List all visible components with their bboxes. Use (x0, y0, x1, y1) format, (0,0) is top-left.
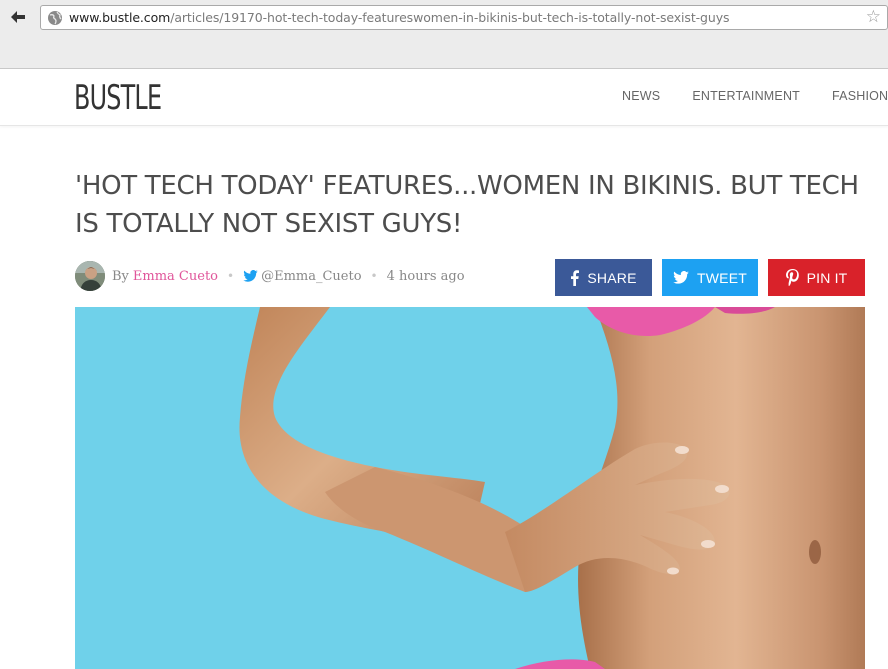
pinterest-icon (785, 269, 799, 286)
twitter-handle-text: @Emma_Cueto (261, 268, 362, 284)
url-text: www.bustle.com/articles/19170-hot-tech-t… (69, 10, 730, 25)
globe-icon (48, 10, 62, 25)
url-domain: www.bustle.com (69, 10, 171, 25)
site-logo[interactable]: BUSTLE (74, 78, 162, 118)
facebook-share-label: SHARE (587, 269, 637, 286)
nav-fashion[interactable]: FASHION & B (832, 89, 888, 103)
twitter-icon (673, 271, 689, 284)
hero-image (75, 307, 865, 669)
site-header: BUSTLE NEWS ENTERTAINMENT FASHION & B (0, 69, 888, 126)
by-label: By (112, 268, 129, 284)
facebook-share-button[interactable]: SHARE (555, 259, 652, 296)
article-headline: 'HOT TECH TODAY' FEATURES...WOMEN IN BIK… (75, 171, 859, 239)
author-twitter-link[interactable]: @Emma_Cueto (243, 268, 362, 284)
nav-entertainment[interactable]: ENTERTAINMENT (692, 89, 800, 103)
byline: By Emma Cueto • @Emma_Cueto • 4 hours ag… (75, 261, 465, 291)
twitter-share-label: TWEET (697, 269, 747, 286)
author-link[interactable]: Emma Cueto (133, 269, 218, 284)
facebook-icon (571, 269, 580, 286)
address-bar[interactable]: www.bustle.com/articles/19170-hot-tech-t… (40, 5, 888, 30)
author-avatar[interactable] (75, 261, 105, 291)
nav-news[interactable]: NEWS (622, 89, 660, 103)
star-icon[interactable]: ☆ (866, 7, 881, 27)
twitter-share-button[interactable]: TWEET (662, 259, 758, 296)
pinterest-share-label: PIN IT (806, 269, 848, 286)
publish-time: 4 hours ago (386, 268, 465, 284)
byline-separator: • (227, 269, 235, 283)
back-button[interactable] (6, 6, 30, 28)
pinterest-share-button[interactable]: PIN IT (768, 259, 865, 296)
twitter-icon (243, 270, 258, 282)
browser-toolbar: www.bustle.com/articles/19170-hot-tech-t… (0, 0, 888, 69)
url-path: /articles/19170-hot-tech-today-featuresw… (170, 10, 730, 25)
back-arrow-icon (11, 11, 25, 23)
byline-separator: • (370, 269, 378, 283)
main-nav: NEWS ENTERTAINMENT FASHION & B (622, 89, 888, 103)
